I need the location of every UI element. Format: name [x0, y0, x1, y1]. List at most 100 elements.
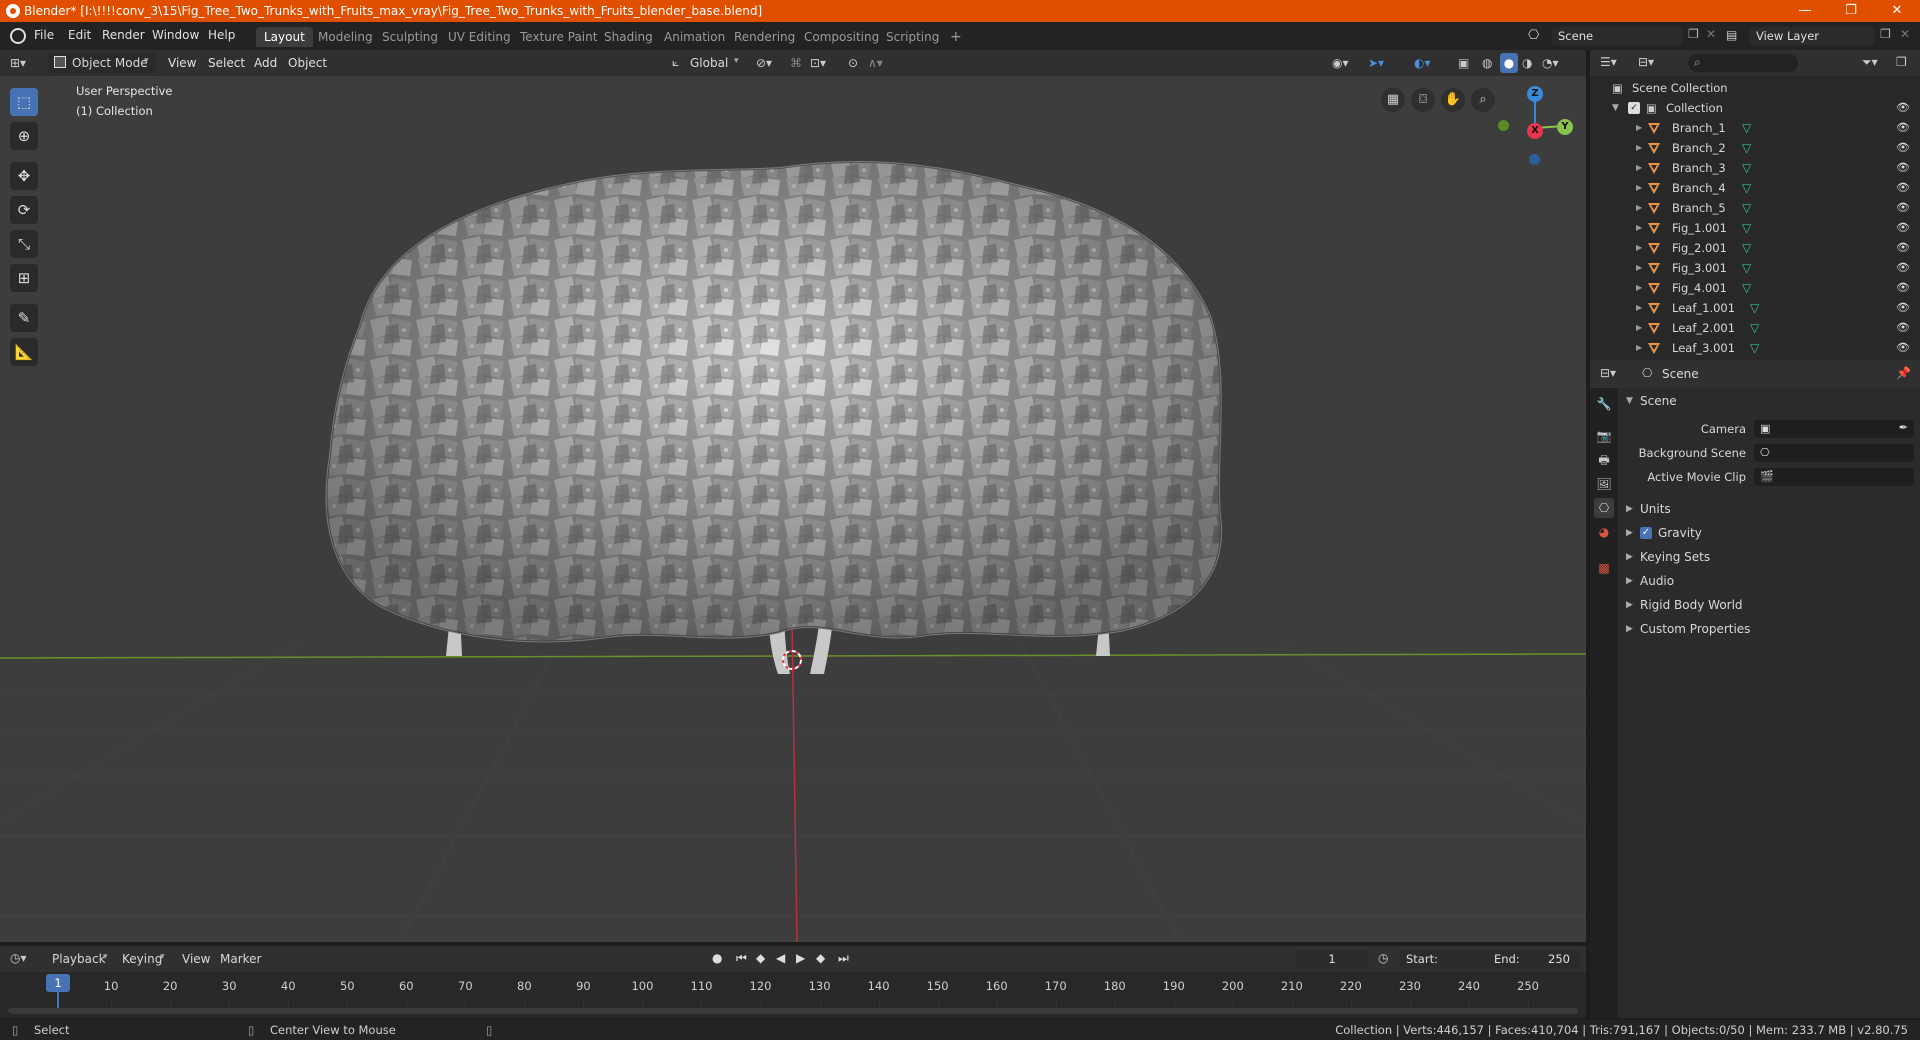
pan-view-icon[interactable]: ✋ [1441, 88, 1465, 112]
close-button[interactable]: ✕ [1874, 0, 1920, 22]
outliner-item[interactable]: ▶ Fig_4.001 ▽ 👁 [1590, 278, 1920, 298]
cursor-tool-icon[interactable]: ⊕ [10, 122, 38, 150]
outliner-item[interactable]: ▶ Leaf_1.001 ▽ 👁 [1590, 298, 1920, 318]
panel-audio[interactable]: ▶ Audio [1626, 570, 1916, 592]
move-tool-icon[interactable]: ✥ [10, 162, 38, 190]
outliner-item[interactable]: ▶ Leaf_3.001 ▽ 👁 [1590, 338, 1920, 358]
view-layer-field[interactable]: View Layer [1750, 27, 1874, 45]
eye-icon[interactable]: 👁 [1896, 298, 1910, 318]
eye-icon[interactable]: 👁 [1896, 178, 1910, 198]
mesh-data-icon[interactable]: ▽ [1750, 318, 1759, 338]
material-shading-icon[interactable]: ◑ [1522, 53, 1532, 73]
gizmo-z-icon[interactable]: Z [1527, 86, 1543, 102]
outliner-item[interactable]: ▶ Fig_2.001 ▽ 👁 [1590, 238, 1920, 258]
expand-arrow-icon[interactable]: ▶ [1636, 198, 1642, 218]
minimize-button[interactable]: — [1782, 0, 1828, 22]
outliner-item[interactable]: ▶ Leaf_2.001 ▽ 👁 [1590, 318, 1920, 338]
gizmo-y-icon[interactable]: Y [1557, 119, 1573, 135]
eye-icon[interactable]: 👁 [1896, 118, 1910, 138]
expand-arrow-icon[interactable]: ▶ [1636, 318, 1642, 338]
tab-compositing[interactable]: Compositing [796, 27, 887, 47]
outliner-item[interactable]: ▶ Branch_4 ▽ 👁 [1590, 178, 1920, 198]
menu-edit[interactable]: Edit [68, 28, 91, 42]
viewport-menu-add[interactable]: Add [254, 53, 277, 73]
outliner-item[interactable]: ▶ Branch_3 ▽ 👁 [1590, 158, 1920, 178]
pivot-point-icon[interactable]: ⊘▾ [756, 53, 772, 73]
timeline-scrollbar[interactable] [8, 1008, 1578, 1014]
panel-scene-header[interactable]: ▼ Scene [1626, 390, 1916, 412]
expand-arrow-icon[interactable]: ▶ [1636, 178, 1642, 198]
tab-rendering[interactable]: Rendering [726, 27, 803, 47]
eye-icon[interactable]: 👁 [1896, 198, 1910, 218]
editor-type-icon[interactable]: ☰▾ [1600, 55, 1617, 69]
scene-tab-icon[interactable]: ⎔ [1594, 498, 1614, 518]
expand-arrow-icon[interactable]: ▼ [1612, 98, 1619, 118]
mesh-data-icon[interactable]: ▽ [1750, 298, 1759, 318]
outliner-item[interactable]: ▶ Branch_1 ▽ 👁 [1590, 118, 1920, 138]
tab-shading[interactable]: Shading [596, 27, 661, 47]
mesh-data-icon[interactable]: ▽ [1742, 138, 1751, 158]
rotate-tool-icon[interactable]: ⟳ [10, 196, 38, 224]
snap-target-icon[interactable]: ⊡▾ [810, 53, 826, 73]
overlay-toggle-icon[interactable]: ◐▾ [1414, 53, 1431, 73]
menu-file[interactable]: File [34, 28, 54, 42]
gizmo-neg-z-icon[interactable] [1529, 154, 1540, 165]
eye-icon[interactable]: 👁 [1896, 338, 1910, 358]
output-tab-icon[interactable]: 🖶 [1594, 450, 1614, 470]
mesh-data-icon[interactable]: ▽ [1742, 178, 1751, 198]
transform-tool-icon[interactable]: ⊞ [10, 264, 38, 292]
outliner-scene-collection[interactable]: ▣ Scene Collection [1590, 78, 1920, 98]
outliner-collection[interactable]: ▼ ✓ ▣ Collection 👁 [1590, 98, 1920, 118]
camera-view-icon[interactable]: ⌼ [1411, 88, 1435, 112]
pin-icon[interactable]: 📌 [1896, 366, 1911, 380]
tab-scripting[interactable]: Scripting [878, 27, 947, 47]
outliner-item[interactable]: ▶ Fig_1.001 ▽ 👁 [1590, 218, 1920, 238]
panel-rigid-body-world[interactable]: ▶ Rigid Body World [1626, 594, 1916, 616]
tool-tab-icon[interactable]: 🔧 [1594, 394, 1614, 414]
menu-window[interactable]: Window [152, 28, 199, 42]
outliner-search-input[interactable]: ⌕ [1688, 54, 1798, 72]
transform-orientation-dropdown[interactable]: ⟀ Global ▾ [670, 53, 746, 73]
eye-icon[interactable]: 👁 [1896, 138, 1910, 158]
3d-viewport[interactable]: ⊞▾ Object Mode ▾ View Select Add Object … [0, 50, 1586, 942]
snap-icon[interactable]: ⌘ [790, 53, 802, 73]
new-scene-icon[interactable]: ❐ [1688, 27, 1699, 41]
display-mode-icon[interactable]: ⊟▾ [1638, 55, 1654, 69]
new-collection-icon[interactable]: ❐ [1896, 55, 1907, 69]
background-scene-field[interactable]: ⎔ [1754, 444, 1914, 462]
expand-arrow-icon[interactable]: ▶ [1636, 338, 1642, 358]
scale-tool-icon[interactable]: ⤡ [10, 230, 38, 258]
eye-icon[interactable]: 👁 [1896, 258, 1910, 278]
mesh-data-icon[interactable]: ▽ [1742, 218, 1751, 238]
mesh-data-icon[interactable]: ▽ [1750, 338, 1759, 358]
gravity-checkbox[interactable]: ✓ [1640, 527, 1652, 539]
annotate-tool-icon[interactable]: ✎ [10, 304, 38, 332]
panel-units[interactable]: ▶ Units [1626, 498, 1916, 520]
solid-shading-icon[interactable]: ● [1500, 53, 1518, 73]
outliner-item[interactable]: ▶ Branch_5 ▽ 👁 [1590, 198, 1920, 218]
mesh-data-icon[interactable]: ▽ [1742, 238, 1751, 258]
xray-icon[interactable]: ▣ [1458, 53, 1469, 73]
tab-uv-editing[interactable]: UV Editing [440, 27, 519, 47]
viewport-menu-view[interactable]: View [168, 53, 196, 73]
mode-dropdown[interactable]: Object Mode ▾ [48, 53, 156, 73]
eye-icon[interactable]: 👁 [1896, 238, 1910, 258]
select-box-tool-icon[interactable]: ⬚ [10, 88, 38, 116]
gizmo-toggle-icon[interactable]: ➤▾ [1368, 53, 1384, 73]
viewport-menu-object[interactable]: Object [288, 53, 327, 73]
outliner-item[interactable]: ▶ Fig_3.001 ▽ 👁 [1590, 258, 1920, 278]
editor-type-icon[interactable]: ⊞▾ [10, 53, 26, 73]
mesh-data-icon[interactable]: ▽ [1742, 278, 1751, 298]
expand-arrow-icon[interactable]: ▶ [1636, 238, 1642, 258]
expand-arrow-icon[interactable]: ▶ [1636, 278, 1642, 298]
expand-arrow-icon[interactable]: ▶ [1636, 298, 1642, 318]
eye-icon[interactable]: 👁 [1896, 158, 1910, 178]
expand-arrow-icon[interactable]: ▶ [1636, 118, 1642, 138]
tab-texture-paint[interactable]: Texture Paint [512, 27, 605, 47]
rendered-shading-icon[interactable]: ◔▾ [1542, 53, 1559, 73]
camera-field[interactable]: ▣ ✒ [1754, 420, 1914, 438]
blender-menu-icon[interactable] [10, 28, 26, 44]
menu-render[interactable]: Render [102, 28, 145, 42]
visibility-icon[interactable]: ◉▾ [1332, 53, 1349, 73]
exclude-checkbox[interactable]: ✓ [1628, 102, 1640, 114]
